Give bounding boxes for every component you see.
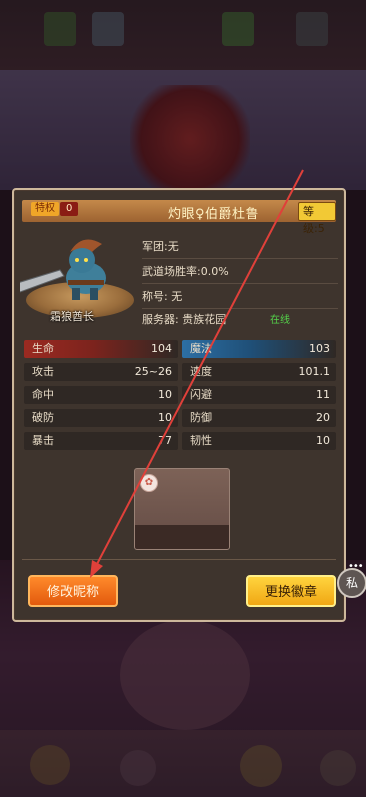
character-figure <box>20 239 106 300</box>
character-avatar: 霜狼酋长 <box>20 230 138 328</box>
player-info-panel: 特权 0 灼眼♀伯爵杜鲁 等级:5 霜狼酋长 军团:无 武道场胜率:0.0% 称… <box>12 188 346 622</box>
stat-armor-break: 破防 10 <box>24 409 178 427</box>
stat-dodge: 闪避 11 <box>182 386 336 404</box>
stat-value: 103 <box>309 342 330 355</box>
stat-label: 破防 <box>32 411 54 424</box>
title-info: 称号: 无 <box>142 288 338 309</box>
panel-header: 特权 0 灼眼♀伯爵杜鲁 等级:5 <box>22 200 336 235</box>
stat-label: 命中 <box>32 388 54 401</box>
stat-mp: 魔法 103 <box>182 340 336 358</box>
arena-info: 武道场胜率:0.0% <box>142 263 338 284</box>
stat-label: 速度 <box>190 365 212 378</box>
stat-label: 闪避 <box>190 388 212 401</box>
stat-label: 防御 <box>190 411 212 424</box>
stat-defense: 防御 20 <box>182 409 336 427</box>
stat-toughness: 韧性 10 <box>182 432 336 450</box>
legion-info: 军团:无 <box>142 238 338 259</box>
stat-value: 10 <box>158 411 172 424</box>
paw-icon: ✿ <box>140 474 158 492</box>
stat-label: 暴击 <box>32 434 54 447</box>
stat-value: 77 <box>158 434 172 447</box>
stat-value: 11 <box>316 388 330 401</box>
stat-hit: 命中 10 <box>24 386 178 404</box>
stat-value: 10 <box>316 434 330 447</box>
panel-divider <box>22 559 336 560</box>
stat-attack: 攻击 25~26 <box>24 363 178 381</box>
privilege-badge: 特权 0 <box>31 202 79 216</box>
stat-value: 104 <box>151 342 172 355</box>
stat-label: 生命 <box>32 342 54 355</box>
privilege-label: 特权 <box>31 202 59 216</box>
stat-value: 101.1 <box>298 365 331 378</box>
stat-value: 25~26 <box>134 365 172 378</box>
arena-win-rate-text: 武道场胜率:0.0% <box>142 265 229 278</box>
stat-speed: 速度 101.1 <box>182 363 336 381</box>
stat-label: 攻击 <box>32 365 54 378</box>
stat-value: 10 <box>158 388 172 401</box>
rename-button[interactable]: 修改昵称 <box>28 575 118 607</box>
private-chat-button[interactable]: 私 <box>337 568 366 598</box>
legion-text: 军团:无 <box>142 240 179 253</box>
badge-slot[interactable]: ✿ <box>134 468 230 550</box>
level-badge: 等级:5 <box>298 202 336 235</box>
online-status: 在线 <box>270 315 290 326</box>
privilege-value: 0 <box>60 202 79 216</box>
server-text: 服务器: 贵族花园 <box>142 313 227 326</box>
stat-label: 韧性 <box>190 434 212 447</box>
stat-critical: 暴击 77 <box>24 432 178 450</box>
change-badge-button[interactable]: 更换徽章 <box>246 575 336 607</box>
character-name: 霜狼酋长 <box>50 310 94 323</box>
stat-label: 魔法 <box>190 342 212 355</box>
stat-value: 20 <box>316 411 330 424</box>
title-text: 称号: 无 <box>142 290 183 303</box>
server-info: 服务器: 贵族花园 在线 <box>142 311 338 329</box>
stat-hp: 生命 104 <box>24 340 178 358</box>
player-name: 灼眼♀伯爵杜鲁 <box>168 207 260 222</box>
